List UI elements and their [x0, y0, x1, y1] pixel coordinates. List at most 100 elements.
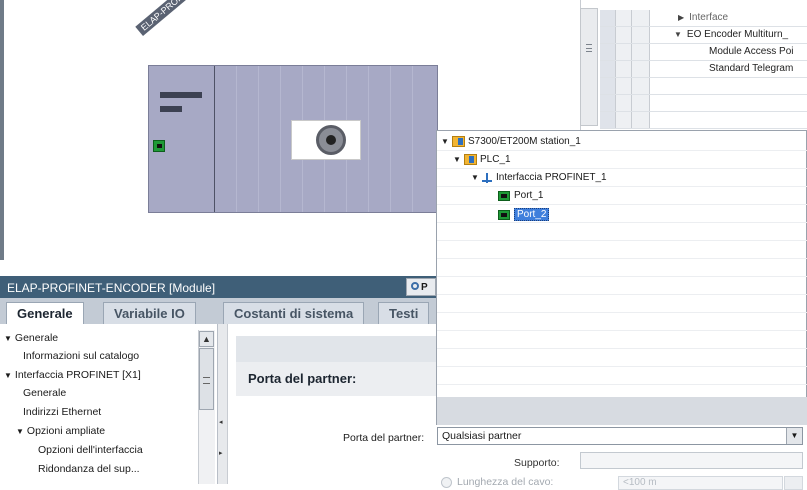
collapse-arrow-icon[interactable]: ▼: [453, 155, 464, 164]
slot-divider: [412, 66, 413, 212]
tree-row-separator: [437, 366, 807, 367]
slot-divider: [390, 66, 391, 212]
station-icon: [452, 136, 465, 147]
collapse-arrow-icon[interactable]: ▼: [471, 173, 482, 182]
table-row[interactable]: ▼ EO Encoder Multiturn_: [600, 27, 807, 44]
partner-port-dropdown[interactable]: Qualsiasi partner: [437, 427, 803, 445]
table-cell: [616, 112, 632, 128]
nav-item-label: Opzioni dell'interfaccia: [38, 444, 143, 456]
row-label: Standard Telegram: [709, 63, 794, 74]
table-cell: [632, 27, 650, 43]
inspector-title: ELAP-PROFINET-ENCODER [Module]: [7, 281, 216, 295]
tree-row-separator: [437, 240, 807, 241]
tree-node-station[interactable]: ▼ S7300/ET200M station_1: [441, 136, 581, 147]
table-cell: [616, 95, 632, 111]
profinet-port-icon[interactable]: [153, 140, 165, 152]
tree-node-port-1[interactable]: Port_1: [498, 190, 543, 201]
slot-divider: [280, 66, 281, 212]
tab-variabile-io[interactable]: Variabile IO: [103, 302, 196, 324]
tree-row-separator: [437, 276, 807, 277]
dropdown-arrow-icon[interactable]: [784, 476, 803, 490]
nav-item-generale-interfaccia[interactable]: Generale: [23, 387, 66, 399]
properties-button[interactable]: P: [406, 278, 436, 296]
splitter-arrow-icon[interactable]: ▸: [219, 449, 223, 457]
tree-row-separator: [437, 204, 807, 205]
network-interface-icon: [482, 172, 492, 183]
tab-generale[interactable]: Generale: [6, 302, 84, 324]
tree-row-separator: [437, 258, 807, 259]
overview-splitter[interactable]: [580, 8, 598, 126]
table-cell: [632, 10, 650, 26]
tree-node-label: PLC_1: [480, 154, 511, 165]
collapse-arrow-icon[interactable]: ▼: [674, 30, 682, 39]
dropdown-arrow-icon[interactable]: ▼: [786, 428, 802, 444]
scroll-up-icon[interactable]: ▲: [199, 331, 214, 347]
nav-item-label: Informazioni sul catalogo: [23, 350, 140, 362]
tree-node-interface[interactable]: ▼ Interfaccia PROFINET_1: [471, 172, 607, 183]
property-navigation-tree[interactable]: [0, 324, 218, 484]
tree-row-separator: [437, 312, 807, 313]
section-title: Porta del partner:: [248, 371, 357, 386]
tab-testi[interactable]: Testi: [378, 302, 430, 324]
port-icon: [498, 209, 510, 220]
module-divider: [214, 66, 215, 212]
nav-item-indirizzi-ethernet[interactable]: Indirizzi Ethernet: [23, 406, 101, 418]
table-cell: [600, 27, 616, 43]
tree-popup-footer: [437, 397, 807, 425]
cable-length-radio[interactable]: [441, 477, 452, 488]
plc-icon: [464, 154, 477, 165]
content-header-band: [236, 336, 436, 362]
panel-splitter[interactable]: [218, 324, 228, 484]
nav-item-label: Opzioni ampliate: [26, 425, 106, 437]
table-row[interactable]: [600, 95, 807, 112]
support-field: [580, 452, 803, 469]
row-label: Interface: [689, 12, 729, 23]
table-row[interactable]: Module Access Poi: [600, 44, 807, 61]
nav-item-opzioni-ampliate[interactable]: ▼ Opzioni ampliate: [16, 425, 105, 437]
tree-node-port-2[interactable]: Port_2: [498, 208, 550, 221]
encoder-image[interactable]: [291, 120, 361, 160]
nav-item-interfaccia-profinet[interactable]: ▼ Interfaccia PROFINET [X1]: [4, 369, 141, 381]
tree-row-separator: [437, 330, 807, 331]
table-row[interactable]: ▶ Interface: [600, 10, 807, 27]
tree-node-plc[interactable]: ▼ PLC_1: [453, 154, 511, 165]
table-cell: [632, 78, 650, 94]
cable-length-dropdown[interactable]: <100 m: [618, 476, 783, 490]
encoder-shaft-icon: [326, 135, 336, 145]
table-cell: [600, 95, 616, 111]
table-row[interactable]: [600, 78, 807, 95]
table-row[interactable]: [600, 112, 807, 129]
tab-costanti-di-sistema[interactable]: Costanti di sistema: [223, 302, 365, 324]
tree-row-separator: [437, 168, 807, 169]
nav-item-opzioni-interfaccia[interactable]: Opzioni dell'interfaccia: [38, 444, 143, 456]
table-cell: [600, 61, 616, 77]
collapse-arrow-icon[interactable]: ▼: [16, 427, 24, 436]
nav-item-label: Generale: [14, 332, 59, 344]
port-icon: [498, 190, 510, 201]
tree-row-separator: [437, 150, 807, 151]
collapse-arrow-icon[interactable]: ▼: [4, 371, 12, 380]
collapse-arrow-icon[interactable]: ▼: [4, 334, 12, 343]
splitter-grip-icon[interactable]: [586, 44, 592, 52]
splitter-arrow-icon[interactable]: ◂: [219, 418, 223, 426]
table-row[interactable]: Standard Telegram: [600, 61, 807, 78]
table-cell: [600, 112, 616, 128]
table-cell: [616, 78, 632, 94]
nav-item-generale[interactable]: ▼ Generale: [4, 332, 58, 344]
tree-row-separator: [437, 222, 807, 223]
expand-arrow-icon[interactable]: ▶: [678, 13, 684, 22]
device-status-bar: [160, 92, 202, 98]
support-label: Supporto:: [514, 457, 560, 469]
nav-item-informazioni-catalogo[interactable]: Informazioni sul catalogo: [23, 350, 139, 362]
scrollbar-thumb[interactable]: [199, 348, 214, 410]
nav-item-ridondanza[interactable]: Ridondanza del sup...: [38, 463, 140, 475]
table-cell: [616, 27, 632, 43]
nav-item-label: Interfaccia PROFINET [X1]: [14, 369, 141, 381]
collapse-arrow-icon[interactable]: ▼: [441, 137, 452, 146]
properties-button-label: P: [421, 282, 428, 293]
slot-divider: [368, 66, 369, 212]
table-cell: [600, 10, 616, 26]
table-cell: [632, 95, 650, 111]
slot-divider: [258, 66, 259, 212]
tree-row-separator: [437, 348, 807, 349]
